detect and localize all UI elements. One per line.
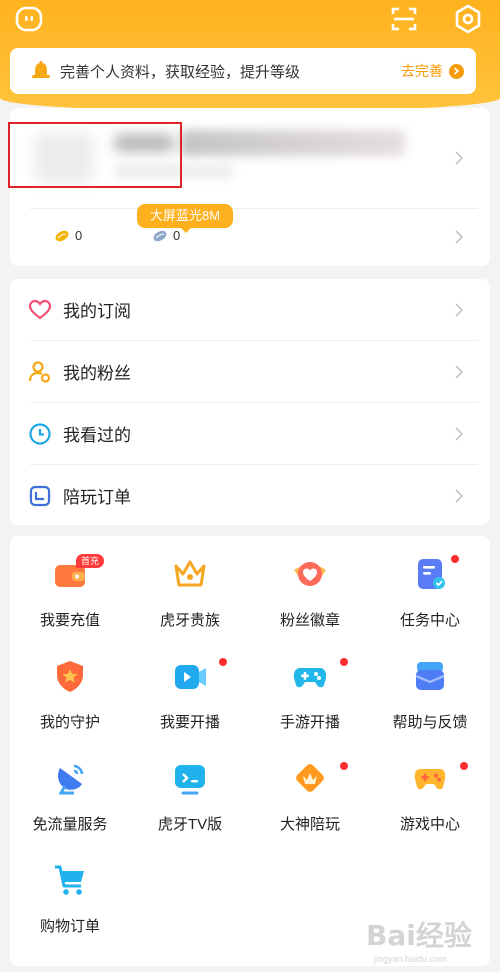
crown-icon bbox=[174, 560, 206, 587]
grid-item-label: 大神陪玩 bbox=[279, 816, 340, 833]
profile-completion-banner[interactable]: 完善个人资料，获取经验，提升等级 去完善 bbox=[10, 48, 476, 94]
grid-item-mobile-game-live[interactable]: 手游开播 bbox=[250, 638, 370, 736]
grid-item-label: 免流量服务 bbox=[32, 816, 108, 833]
grid-item-game-center[interactable]: 游戏中心 bbox=[370, 740, 490, 838]
task-icon bbox=[418, 559, 445, 589]
order-icon bbox=[29, 485, 51, 506]
chevron-right-icon[interactable] bbox=[454, 150, 464, 166]
first-recharge-badge: 首充 bbox=[76, 554, 105, 568]
tv-icon bbox=[175, 765, 205, 795]
menu-item-fans[interactable]: 我的粉丝 bbox=[10, 341, 490, 402]
chevron-right-icon[interactable] bbox=[449, 63, 464, 79]
complete-profile-link[interactable]: 去完善 bbox=[401, 61, 443, 81]
grid-item-nobility[interactable]: 虎牙贵族 bbox=[130, 536, 250, 634]
highlight-annotation-box bbox=[8, 122, 182, 188]
grid-item-label: 游戏中心 bbox=[399, 816, 460, 833]
clock-icon bbox=[29, 422, 51, 445]
fan-badge-icon bbox=[294, 562, 326, 586]
grid-item-free-data[interactable]: 免流量服务 bbox=[10, 740, 130, 838]
notification-dot bbox=[460, 762, 468, 770]
wallet-assets-row[interactable]: 0 0 bbox=[10, 208, 490, 266]
watermark-text: Bai经验 bbox=[366, 919, 472, 952]
shopping-cart-icon bbox=[55, 865, 84, 895]
top-bar bbox=[0, 0, 500, 42]
scan-icon[interactable] bbox=[389, 4, 419, 34]
grid-item-label: 我要充值 bbox=[39, 612, 100, 629]
watermark-subtext: jingyan.baidu.com bbox=[374, 954, 447, 964]
notification-dot bbox=[451, 555, 459, 563]
grid-item-help-feedback[interactable]: 帮助与反馈 bbox=[370, 638, 490, 736]
video-camera-icon bbox=[175, 665, 206, 689]
gamepad-icon bbox=[293, 668, 327, 688]
grid-item-shopping-orders[interactable]: 购物订单 bbox=[10, 842, 130, 940]
chevron-right-icon[interactable] bbox=[454, 229, 464, 245]
big-screen-tag: 大屏蓝光8M bbox=[137, 204, 233, 233]
grid-item-fan-badge[interactable]: 粉丝徽章 bbox=[250, 536, 370, 634]
chevron-right-icon bbox=[455, 364, 464, 379]
grid-item-task-center[interactable]: 任务中心 bbox=[370, 536, 490, 634]
gold-bean-count: 0 bbox=[75, 228, 83, 243]
feedback-box-icon bbox=[415, 662, 445, 690]
notification-dot bbox=[340, 762, 348, 770]
grid-item-start-live[interactable]: 我要开播 bbox=[130, 638, 250, 736]
chevron-right-icon bbox=[455, 302, 464, 317]
menu-item-history[interactable]: 我看过的 bbox=[10, 403, 490, 464]
notification-dot bbox=[219, 658, 227, 666]
chevron-right-icon bbox=[455, 426, 464, 441]
silver-bean-icon bbox=[153, 230, 167, 241]
heart-icon bbox=[28, 299, 52, 319]
bell-icon bbox=[32, 61, 50, 78]
silver-bean-balance[interactable]: 0 bbox=[152, 228, 180, 243]
feature-grid: 首充 我要充值 虎牙贵族 粉丝徽章 任务中心 我的守护 我要开播 手游开播 帮助… bbox=[10, 536, 490, 966]
grid-item-label: 购物订单 bbox=[39, 918, 100, 935]
grid-item-recharge[interactable]: 首充 我要充值 bbox=[10, 536, 130, 634]
menu-item-label: 我看过的 bbox=[63, 426, 131, 445]
grid-item-label: 我要开播 bbox=[159, 714, 220, 731]
shield-icon bbox=[57, 661, 83, 692]
game-controller-icon bbox=[414, 769, 446, 790]
grid-item-great-god-play[interactable]: 大神陪玩 bbox=[250, 740, 370, 838]
baidu-jingyan-watermark: Bai经验 jingyan.baidu.com bbox=[356, 914, 496, 970]
grid-item-label: 虎牙贵族 bbox=[159, 612, 220, 629]
notification-dot bbox=[340, 658, 348, 666]
huya-logo-icon[interactable] bbox=[14, 4, 44, 34]
menu-list: 我的订阅 我的粉丝 我看过的 陪玩订单 bbox=[10, 279, 490, 525]
grid-item-label: 帮助与反馈 bbox=[392, 714, 468, 731]
grid-item-label: 粉丝徽章 bbox=[279, 612, 340, 629]
grid-item-label: 任务中心 bbox=[399, 612, 460, 629]
grid-item-guardian[interactable]: 我的守护 bbox=[10, 638, 130, 736]
chevron-right-icon bbox=[455, 488, 464, 503]
banner-message: 完善个人资料，获取经验，提升等级 bbox=[60, 63, 301, 81]
fans-icon bbox=[28, 360, 51, 383]
grid-item-label: 我的守护 bbox=[39, 714, 100, 731]
grid-item-label: 虎牙TV版 bbox=[157, 816, 223, 833]
menu-item-label: 我的订阅 bbox=[63, 302, 131, 321]
menu-item-label: 陪玩订单 bbox=[63, 488, 131, 507]
silver-bean-count: 0 bbox=[173, 228, 181, 243]
menu-item-subscriptions[interactable]: 我的订阅 bbox=[10, 279, 490, 340]
diamond-icon bbox=[296, 764, 324, 792]
menu-item-play-orders[interactable]: 陪玩订单 bbox=[10, 465, 490, 526]
user-info-blurred bbox=[180, 130, 405, 156]
gold-bean-balance[interactable]: 0 bbox=[54, 228, 82, 243]
grid-item-huya-tv[interactable]: 虎牙TV版 bbox=[130, 740, 250, 838]
satellite-dish-icon bbox=[58, 764, 84, 795]
menu-item-label: 我的粉丝 bbox=[63, 364, 131, 383]
grid-item-label: 手游开播 bbox=[279, 714, 340, 731]
gold-bean-icon bbox=[55, 230, 69, 241]
settings-icon[interactable] bbox=[453, 4, 483, 34]
